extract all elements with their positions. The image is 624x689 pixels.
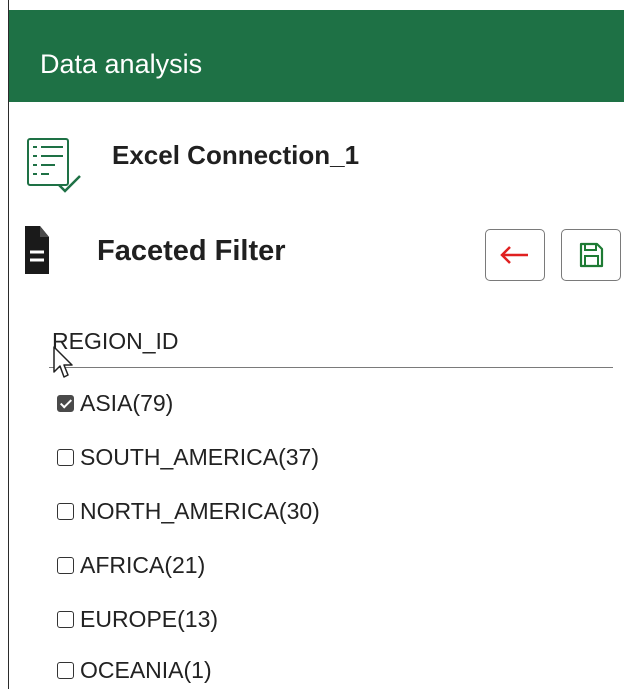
checkbox-checked[interactable] (57, 394, 74, 412)
filter-option-north-america[interactable]: NORTH_AMERICA(30) (57, 494, 320, 528)
filter-option-label: OCEANIA(1) (80, 656, 212, 683)
list-check-icon (27, 138, 81, 193)
filter-option-label: EUROPE(13) (80, 605, 219, 632)
faceted-filter-title: Faceted Filter (97, 235, 286, 267)
filter-option-label: AFRICA(21) (80, 551, 206, 578)
panel-header: Data analysis (9, 10, 624, 102)
panel-title: Data analysis (40, 49, 203, 79)
filter-option-oceania[interactable]: OCEANIA(1) (57, 653, 212, 687)
floppy-save-icon (579, 242, 604, 268)
connection-name: Excel Connection_1 (112, 140, 360, 170)
arrow-left-icon (500, 246, 528, 264)
checkbox[interactable] (57, 556, 74, 574)
checkbox[interactable] (57, 448, 74, 466)
back-button[interactable] (485, 229, 545, 281)
filter-option-south-america[interactable]: SOUTH_AMERICA(37) (57, 440, 319, 474)
document-icon (25, 226, 49, 274)
field-divider (49, 367, 613, 368)
filter-option-label: SOUTH_AMERICA(37) (80, 443, 319, 470)
filter-option-asia[interactable]: ASIA(79) (57, 386, 173, 420)
mouse-pointer-icon (53, 346, 73, 378)
filter-option-label: ASIA(79) (80, 389, 174, 416)
filter-option-europe[interactable]: EUROPE(13) (57, 602, 218, 636)
data-analysis-panel: Data analysis Excel Connection_1 Faceted… (8, 0, 624, 689)
filter-option-africa[interactable]: AFRICA(21) (57, 548, 205, 582)
filter-option-label: NORTH_AMERICA(30) (80, 497, 320, 524)
checkbox[interactable] (57, 661, 74, 679)
checkbox[interactable] (57, 502, 74, 520)
checkbox[interactable] (57, 610, 74, 628)
save-button[interactable] (561, 229, 621, 281)
